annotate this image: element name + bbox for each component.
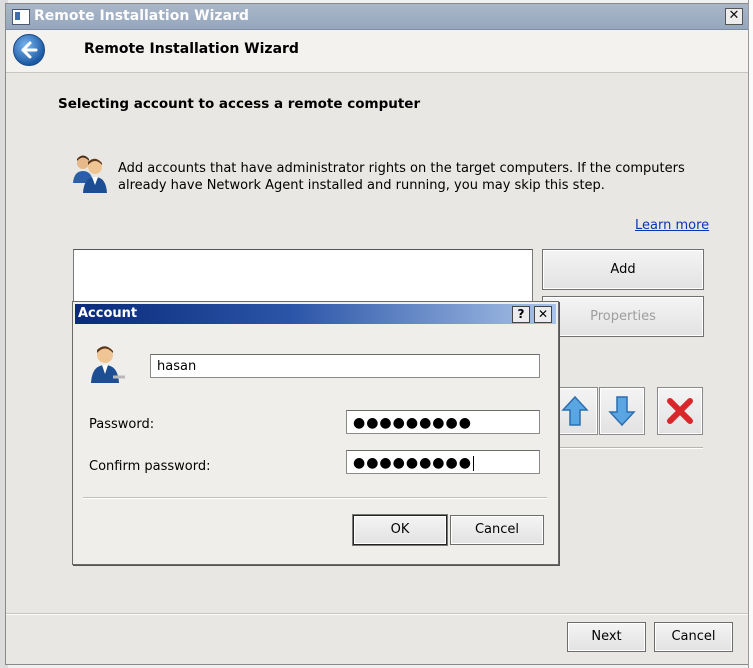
password-field[interactable]: ●●●●●●●●● bbox=[346, 410, 540, 434]
confirm-password-value: ●●●●●●●●● bbox=[353, 455, 472, 471]
description-text: Add accounts that have administrator rig… bbox=[118, 161, 685, 193]
delete-button[interactable] bbox=[657, 387, 703, 435]
user-icon bbox=[91, 346, 125, 383]
title-bar: Remote Installation Wizard ✕ bbox=[6, 4, 748, 30]
divider bbox=[558, 447, 703, 449]
dialog-cancel-button[interactable]: Cancel bbox=[450, 515, 544, 545]
ok-button[interactable]: OK bbox=[353, 515, 447, 545]
background-window-edge-right bbox=[748, 0, 753, 668]
properties-button[interactable]: Properties bbox=[542, 296, 704, 337]
confirm-password-field[interactable]: ●●●●●●●●● bbox=[346, 450, 540, 474]
learn-more-link[interactable]: Learn more bbox=[635, 218, 709, 233]
dialog-close-button[interactable]: ✕ bbox=[534, 306, 552, 323]
wizard-header: Remote Installation Wizard bbox=[6, 30, 748, 73]
cancel-button[interactable]: Cancel bbox=[654, 622, 733, 652]
users-icon bbox=[73, 155, 107, 193]
dialog-title-bar: Account ? ✕ bbox=[75, 304, 556, 324]
move-up-icon bbox=[561, 395, 589, 426]
username-field[interactable]: hasan bbox=[150, 354, 540, 378]
move-down-button[interactable] bbox=[599, 387, 645, 435]
window-icon bbox=[12, 9, 30, 25]
next-button[interactable]: Next bbox=[567, 622, 646, 652]
header-title: Remote Installation Wizard bbox=[84, 41, 299, 57]
footer-divider bbox=[6, 613, 748, 615]
back-button[interactable] bbox=[13, 34, 45, 66]
text-caret bbox=[472, 456, 474, 471]
move-down-icon bbox=[608, 396, 636, 427]
password-label: Password: bbox=[89, 417, 155, 432]
add-button[interactable]: Add bbox=[542, 249, 704, 290]
back-arrow-icon bbox=[21, 41, 38, 59]
dialog-divider bbox=[83, 497, 547, 499]
page-heading: Selecting account to access a remote com… bbox=[58, 96, 421, 112]
confirm-password-label: Confirm password: bbox=[89, 459, 211, 474]
password-value: ●●●●●●●●● bbox=[353, 415, 472, 431]
dialog-title: Account bbox=[78, 306, 138, 321]
window-title: Remote Installation Wizard bbox=[34, 8, 249, 24]
account-dialog: Account ? ✕ hasan Password: ●●●●●●●●● Co… bbox=[72, 301, 559, 565]
close-button[interactable]: ✕ bbox=[725, 8, 743, 25]
help-button[interactable]: ? bbox=[512, 306, 530, 323]
delete-icon bbox=[667, 398, 693, 424]
